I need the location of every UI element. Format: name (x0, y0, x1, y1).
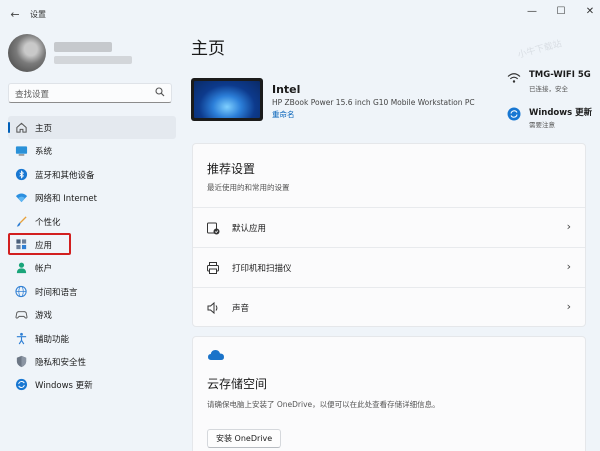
close-button[interactable]: ✕ (582, 5, 598, 19)
sidebar-item-label: 蓝牙和其他设备 (35, 170, 95, 181)
wifi-name: TMG-WIFI 5G (529, 70, 591, 80)
wifi-state: 已连接，安全 (529, 85, 568, 93)
wifi-icon (15, 193, 28, 203)
recommended-title: 推荐设置 (207, 162, 256, 176)
sidebar-item-bluetooth[interactable]: 蓝牙和其他设备 (8, 163, 176, 186)
recommended-subtitle: 最近使用的和常用的设置 (207, 183, 290, 192)
update-icon (507, 107, 521, 121)
row-label: 默认应用 (232, 224, 267, 234)
sidebar-item-accounts[interactable]: 帐户 (8, 256, 176, 279)
sidebar-item-label: 主页 (35, 124, 53, 134)
cloud-icon (208, 350, 224, 360)
home-icon (16, 122, 27, 133)
monitor-icon (15, 146, 28, 156)
accessibility-icon (16, 332, 27, 344)
sidebar-item-label: 游戏 (35, 311, 53, 322)
recommended-row-sound[interactable]: 声音 › (193, 287, 585, 327)
device-model: HP ZBook Power 15.6 inch G10 Mobile Work… (272, 98, 475, 107)
cloud-storage-card: 云存储空间 请确保电脑上安装了 OneDrive，以便可以在此处查看存储详细信息… (192, 336, 586, 451)
sidebar-item-label: 网络和 Internet (35, 194, 97, 205)
sidebar-item-system[interactable]: 系统 (8, 139, 176, 162)
chevron-right-icon: › (566, 260, 571, 273)
globe-clock-icon (15, 285, 27, 297)
shield-icon (16, 355, 27, 367)
bluetooth-icon (15, 168, 28, 180)
update-state: 需要注意 (529, 121, 555, 129)
apps-highlight-box (8, 233, 71, 255)
sidebar-item-windows-update[interactable]: Windows 更新 (8, 373, 176, 396)
sidebar-item-accessibility[interactable]: 辅助功能 (8, 327, 176, 350)
sidebar-item-label: 辅助功能 (35, 334, 70, 345)
printer-icon (207, 262, 219, 274)
sidebar-item-gaming[interactable]: 游戏 (8, 303, 176, 326)
sidebar-item-personalization[interactable]: 个性化 (8, 210, 176, 233)
device-name: Intel (272, 83, 301, 96)
maximize-button[interactable]: ☐ (553, 5, 569, 19)
default-apps-icon (207, 222, 220, 235)
gamepad-icon (15, 311, 28, 319)
search-icon[interactable] (155, 87, 165, 100)
sidebar-item-label: 帐户 (35, 264, 53, 275)
minimize-button[interactable]: — (524, 5, 540, 19)
chevron-right-icon: › (566, 300, 571, 313)
page-title: 主页 (191, 39, 225, 59)
account-icon (16, 262, 27, 274)
recommended-settings-card: 推荐设置 最近使用的和常用的设置 默认应用 › 打印机和扫描仪 › 声音 › (192, 143, 586, 327)
user-profile[interactable] (8, 34, 178, 74)
recommended-row-printers[interactable]: 打印机和扫描仪 › (193, 247, 585, 287)
speaker-icon (207, 301, 218, 315)
sidebar-item-label: 隐私和安全性 (35, 357, 87, 368)
sidebar-item-label: 个性化 (35, 217, 61, 228)
device-thumbnail (191, 78, 263, 121)
sidebar-item-home[interactable]: 主页 (8, 116, 176, 140)
brush-icon (16, 215, 27, 227)
avatar[interactable] (8, 34, 46, 72)
title-bar: ← 设置 — ☐ ✕ (0, 0, 600, 30)
row-label: 声音 (232, 304, 250, 314)
profile-email-blurred (54, 56, 132, 64)
chevron-right-icon: › (566, 220, 571, 233)
search-input[interactable]: 查找设置 (8, 83, 172, 103)
sidebar-item-time-language[interactable]: 时间和语言 (8, 280, 176, 303)
profile-name-blurred (54, 42, 112, 52)
sidebar-item-label: 时间和语言 (35, 287, 78, 298)
sidebar-item-label: Windows 更新 (35, 381, 93, 392)
wallpaper-image (194, 81, 260, 118)
back-arrow-icon[interactable]: ← (8, 8, 22, 22)
install-onedrive-button[interactable]: 安装 OneDrive (207, 429, 282, 448)
window-title: 设置 (30, 10, 46, 19)
wifi-icon (507, 73, 521, 83)
watermark: 小牛下载站 (516, 39, 563, 61)
cloud-description: 请确保电脑上安装了 OneDrive，以便可以在此处查看存储详细信息。 (207, 400, 440, 409)
update-icon (15, 379, 28, 391)
recommended-row-default-apps[interactable]: 默认应用 › (193, 207, 585, 247)
rename-link[interactable]: 重命名 (272, 109, 295, 120)
sidebar-nav: 主页 系统 蓝牙和其他设备 网络和 Internet 个性化 应用 帐户 时间和… (8, 116, 176, 397)
sidebar-item-network[interactable]: 网络和 Internet (8, 186, 176, 209)
update-title: Windows 更新 (529, 108, 593, 118)
sidebar-item-label: 系统 (35, 147, 53, 158)
search-placeholder: 查找设置 (15, 90, 50, 100)
row-label: 打印机和扫描仪 (232, 264, 292, 274)
cloud-title: 云存储空间 (207, 377, 268, 391)
sidebar-item-privacy[interactable]: 隐私和安全性 (8, 350, 176, 373)
